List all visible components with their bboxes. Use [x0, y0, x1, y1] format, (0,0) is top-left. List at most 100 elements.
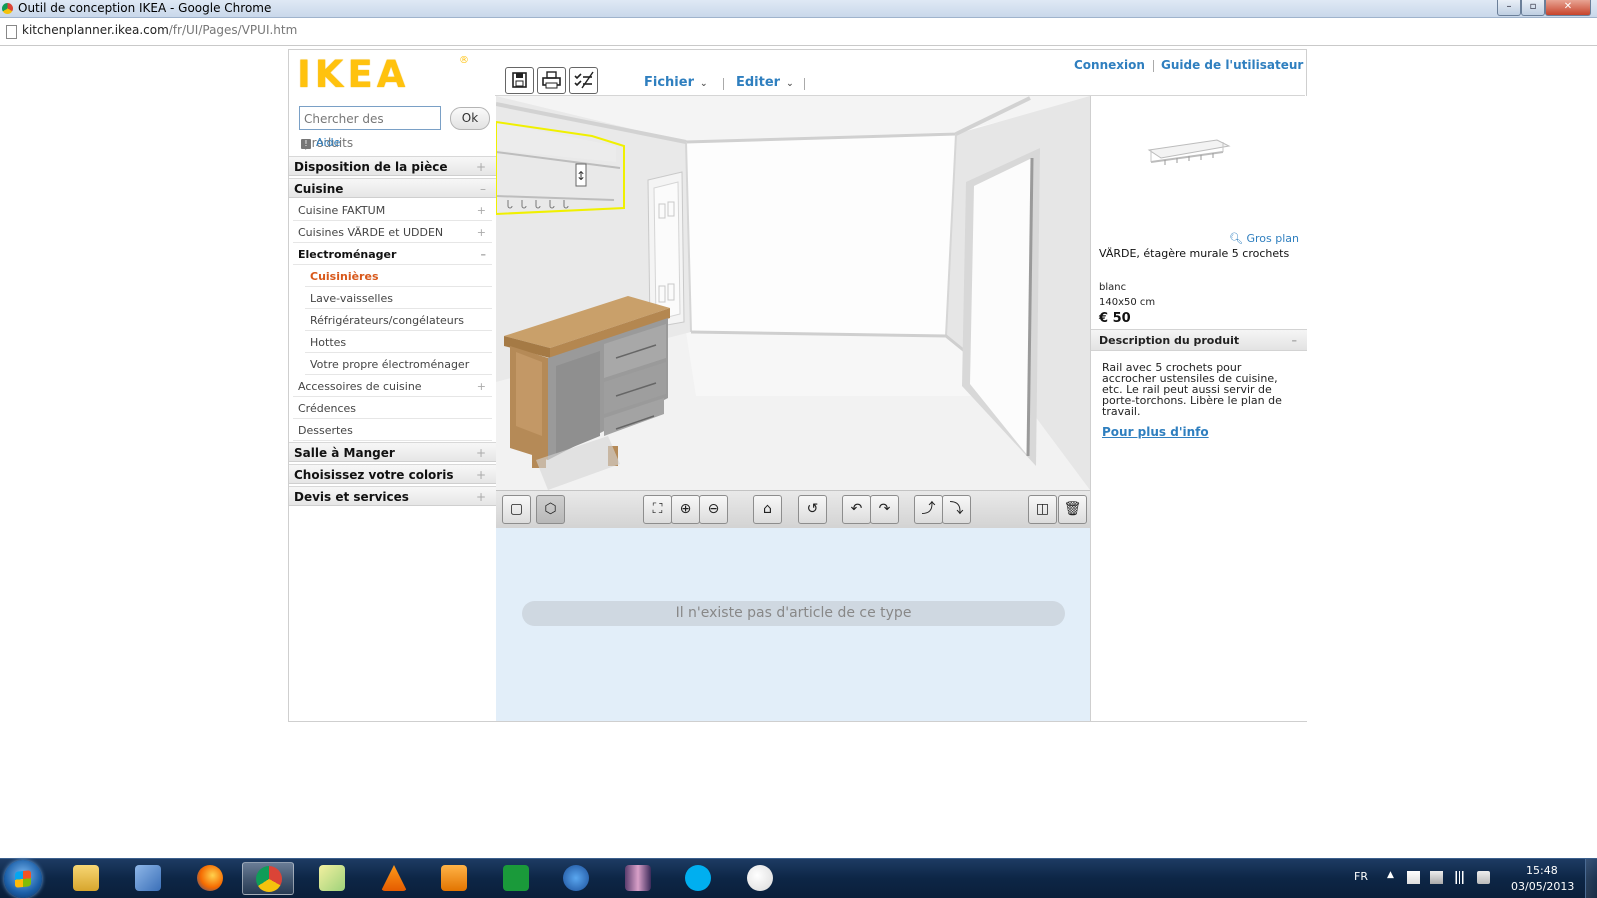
network-icon[interactable] — [1453, 871, 1466, 884]
taskbar-media[interactable] — [428, 862, 480, 895]
taskbar-simcity[interactable] — [612, 862, 664, 895]
product-name: VÄRDE, étagère murale 5 crochets — [1099, 247, 1290, 260]
nav-item-varde[interactable]: Cuisines VÄRDE et UDDEN + — [293, 222, 492, 243]
logo-text: IKEA — [297, 53, 410, 96]
nav-item-label: Crédences — [298, 402, 356, 415]
trash-icon[interactable]: 🗑 — [1058, 495, 1087, 524]
print-icon[interactable] — [537, 67, 566, 94]
description-header[interactable]: Description du produit – — [1091, 329, 1307, 351]
category-label: Devis et services — [294, 490, 409, 504]
rotate-left-icon[interactable]: ↶ — [842, 495, 871, 524]
taskbar-skype[interactable] — [672, 862, 724, 895]
address-bar[interactable]: kitchenplanner.ikea.com/fr/UI/Pages/VPUI… — [0, 18, 1597, 46]
close-button[interactable]: ✕ — [1545, 0, 1591, 16]
taskbar-chrome[interactable] — [242, 862, 294, 895]
clock-date[interactable]: 03/05/2013 — [1511, 880, 1574, 893]
nav-item-lave-vaisselles[interactable]: Lave-vaisselles — [305, 288, 492, 309]
language-indicator[interactable]: FR — [1354, 870, 1368, 883]
save-icon[interactable] — [505, 67, 534, 94]
category-cuisine[interactable]: Cuisine – — [289, 178, 496, 198]
nav-item-label: Cuisinières — [310, 270, 379, 283]
category-label: Salle à Manger — [294, 446, 395, 460]
expand-icon: + — [475, 490, 486, 504]
reset-icon[interactable]: ↺ — [798, 495, 827, 524]
nav-item-faktum[interactable]: Cuisine FAKTUM + — [293, 200, 492, 221]
action-center-icon[interactable] — [1407, 871, 1420, 884]
checklist-icon[interactable] — [569, 67, 598, 94]
chevron-down-icon: ⌄ — [699, 79, 708, 89]
category-devis[interactable]: Devis et services + — [289, 486, 496, 506]
taskbar-app-2[interactable] — [122, 862, 174, 895]
menu-separator — [723, 78, 724, 90]
vlc-icon — [381, 865, 407, 891]
nav-item-electromenager[interactable]: Electroménager – — [293, 244, 492, 265]
nav-item-accessoires[interactable]: Accessoires de cuisine + — [293, 376, 492, 397]
search-ok-button[interactable]: Ok — [450, 107, 490, 130]
link-separator — [1153, 60, 1154, 72]
more-info-link[interactable]: Pour plus d'info — [1102, 425, 1209, 439]
nav-item-label: Cuisine FAKTUM — [298, 204, 386, 217]
zoom-out-icon[interactable]: ⊖ — [699, 495, 728, 524]
nav-item-propre-electromenager[interactable]: Votre propre électroménager — [305, 354, 492, 375]
tilt-down-icon[interactable]: ⤵ — [942, 495, 971, 524]
walls-icon[interactable]: ◫ — [1028, 495, 1057, 524]
category-label: Disposition de la pièce — [294, 160, 448, 174]
windows-logo-icon — [15, 870, 31, 888]
clock-time[interactable]: 15:48 — [1526, 864, 1558, 877]
show-desktop-button[interactable] — [1585, 859, 1597, 898]
zoom-in-icon[interactable]: ⊕ — [671, 495, 700, 524]
taskbar-explorer[interactable] — [60, 862, 112, 895]
nav-item-credences[interactable]: Crédences — [293, 398, 492, 419]
collapse-icon: – — [480, 248, 487, 261]
nav-item-hottes[interactable]: Hottes — [305, 332, 492, 353]
start-button[interactable] — [4, 860, 42, 898]
category-disposition[interactable]: Disposition de la pièce + — [289, 156, 496, 176]
zoom-fit-icon[interactable]: ⛶ — [643, 495, 672, 524]
help-link[interactable]: ! Aide — [301, 136, 340, 149]
window-titlebar: Outil de conception IKEA - Google Chrome… — [0, 0, 1597, 18]
user-guide-link[interactable]: Guide de l'utilisateur — [1161, 58, 1303, 72]
help-label: Aide — [316, 136, 341, 149]
volume-muted-icon[interactable] — [1477, 871, 1490, 884]
battery-icon[interactable] — [1430, 871, 1443, 884]
windows-taskbar: FR ▲ 15:48 03/05/2013 — [0, 858, 1597, 898]
connexion-link[interactable]: Connexion — [1074, 58, 1145, 72]
tray-expand-icon[interactable]: ▲ — [1387, 870, 1394, 880]
taskbar-paint[interactable] — [734, 862, 786, 895]
menu-editer-label: Editer — [736, 75, 781, 90]
menu-fichier[interactable]: Fichier ⌄ — [644, 75, 708, 90]
home-icon[interactable]: ⌂ — [753, 495, 782, 524]
nav-item-refrigerateurs[interactable]: Réfrigérateurs/congélateurs — [305, 310, 492, 331]
room-3d-view[interactable]: ↕ — [496, 96, 1090, 490]
nav-item-dessertes[interactable]: Dessertes — [293, 420, 492, 441]
tilt-up-icon[interactable]: ⤴ — [914, 495, 943, 524]
category-coloris[interactable]: Choisissez votre coloris + — [289, 464, 496, 484]
taskbar-firefox[interactable] — [184, 862, 236, 895]
view-3d-icon[interactable]: ⬡ — [536, 495, 565, 524]
chrome-icon — [256, 866, 282, 892]
nav-item-cuisinieres[interactable]: Cuisinières — [305, 266, 492, 287]
menu-editer[interactable]: Editer ⌄ — [736, 75, 794, 90]
taskbar-vlc[interactable] — [368, 862, 420, 895]
rotate-right-icon[interactable]: ↷ — [870, 495, 899, 524]
help-icon: ! — [301, 139, 311, 149]
expand-icon: + — [476, 226, 486, 239]
chrome-icon — [2, 3, 13, 14]
zoom-label: Gros plan — [1246, 232, 1299, 245]
page-icon — [6, 25, 17, 39]
nav-item-label: Réfrigérateurs/congélateurs — [310, 314, 464, 327]
category-salle-a-manger[interactable]: Salle à Manger + — [289, 442, 496, 462]
app-icon — [319, 865, 345, 891]
product-thumbnail[interactable] — [1147, 136, 1231, 172]
minimize-button[interactable]: – — [1497, 0, 1521, 16]
taskbar-app-9[interactable] — [550, 862, 602, 895]
search-input[interactable]: Chercher des produits — [299, 106, 441, 150]
folder-icon — [73, 865, 99, 891]
taskbar-app-5[interactable] — [306, 862, 358, 895]
view-2d-icon[interactable]: ▢ — [502, 495, 531, 524]
maximize-button[interactable]: ▫ — [1521, 0, 1545, 16]
zoom-link[interactable]: 🔍︎ Gros plan — [1229, 232, 1299, 245]
magnifier-icon: 🔍︎ — [1229, 232, 1247, 245]
taskbar-utorrent[interactable] — [490, 862, 542, 895]
url-text[interactable]: kitchenplanner.ikea.com/fr/UI/Pages/VPUI… — [22, 23, 297, 37]
